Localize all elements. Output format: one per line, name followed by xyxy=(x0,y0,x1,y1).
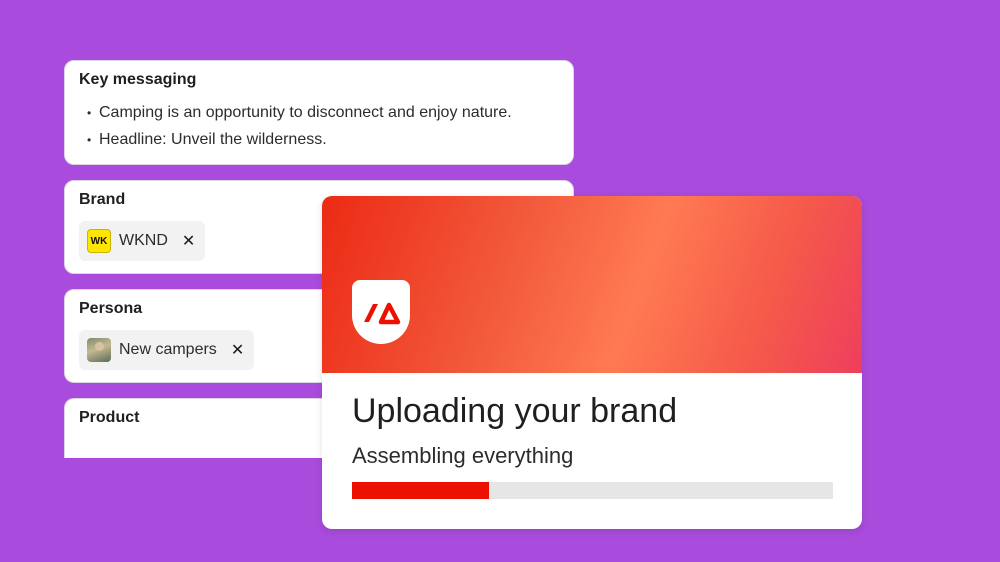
wknd-logo-icon: WK xyxy=(87,229,111,253)
brand-chip[interactable]: WK WKND ✕ xyxy=(79,221,206,261)
upload-title: Uploading your brand xyxy=(352,392,678,430)
brand-chip-label: WKND xyxy=(119,232,168,249)
app-badge xyxy=(352,280,410,344)
upload-dialog: Uploading your brand Assembling everythi… xyxy=(322,196,862,529)
list-item: • Headline: Unveil the wilderness. xyxy=(79,126,512,153)
bullet-text: Camping is an opportunity to disconnect … xyxy=(99,104,512,121)
upload-header-banner xyxy=(322,196,862,373)
bullet-icon: • xyxy=(87,106,92,120)
remove-persona-close-icon[interactable]: ✕ xyxy=(231,340,244,360)
persona-chip[interactable]: New campers ✕ xyxy=(79,330,255,370)
adobe-express-icon xyxy=(364,302,401,325)
brand-title: Brand xyxy=(79,191,126,208)
persona-title: Persona xyxy=(79,300,143,317)
persona-avatar xyxy=(87,338,111,362)
upload-progress-fill xyxy=(352,482,490,499)
list-item: • Camping is an opportunity to disconnect… xyxy=(79,99,512,126)
remove-brand-close-icon[interactable]: ✕ xyxy=(182,231,195,251)
persona-chip-label: New campers xyxy=(119,341,217,358)
key-messaging-list: • Camping is an opportunity to disconnect… xyxy=(79,99,512,153)
upload-progress-bar xyxy=(352,482,833,499)
bullet-icon: • xyxy=(87,133,92,147)
upload-subtitle: Assembling everything xyxy=(352,443,574,468)
key-messaging-card: Key messaging • Camping is an opportunity… xyxy=(64,60,574,165)
product-title: Product xyxy=(79,409,140,426)
key-messaging-title: Key messaging xyxy=(79,71,197,88)
bullet-text: Headline: Unveil the wilderness. xyxy=(99,131,327,148)
